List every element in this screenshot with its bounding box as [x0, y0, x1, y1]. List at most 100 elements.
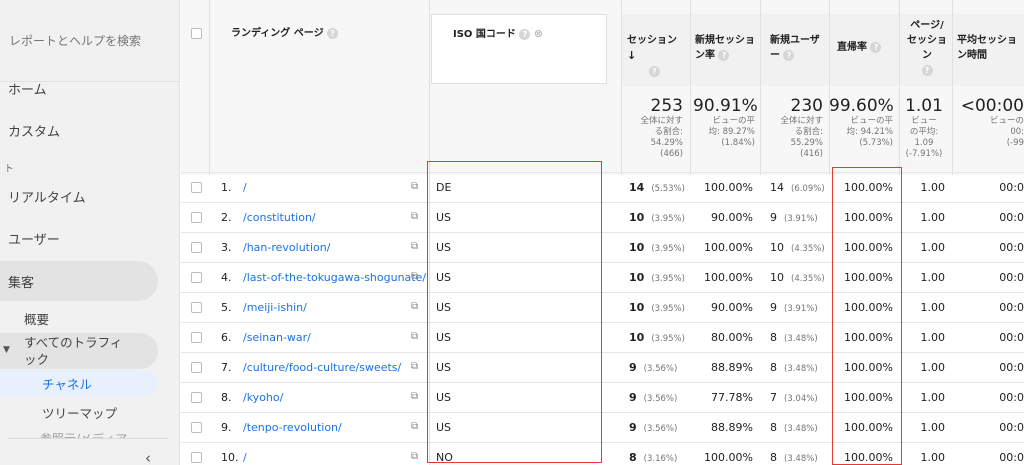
- row-checkbox[interactable]: [191, 452, 202, 463]
- new-users-value: 8 (3.48%): [770, 331, 818, 344]
- open-link-icon[interactable]: ⧉: [411, 331, 418, 342]
- new-session-rate-value: 100.00%: [704, 271, 753, 284]
- sidebar-item-home[interactable]: ホーム: [0, 72, 170, 104]
- row-checkbox[interactable]: [191, 362, 202, 373]
- header-iso-code[interactable]: ISO 国コード ? ⊗: [453, 26, 543, 42]
- new-users-value: 7 (3.04%): [770, 391, 818, 404]
- landing-page-link[interactable]: /tenpo-revolution/: [243, 421, 342, 434]
- open-link-icon[interactable]: ⧉: [411, 391, 418, 402]
- open-link-icon[interactable]: ⧉: [411, 241, 418, 252]
- help-icon[interactable]: ?: [783, 49, 795, 61]
- row-checkbox[interactable]: [191, 182, 202, 193]
- header-sessions[interactable]: セッション ↓?: [627, 33, 689, 79]
- row-index: 4.: [221, 271, 232, 284]
- summary-avg-duration: <00:00 ビューの 00: (-99: [960, 96, 1024, 148]
- row-index: 10.: [221, 451, 239, 464]
- row-checkbox[interactable]: [191, 302, 202, 313]
- sidebar-item-all-traffic[interactable]: ▼ すべてのトラフィック: [0, 333, 158, 369]
- pages-per-session-value: 1.00: [920, 181, 946, 194]
- sidebar-collapse-bar[interactable]: ‹: [8, 438, 168, 465]
- sidebar-item-overview[interactable]: 概要: [0, 307, 170, 329]
- summary-bounce-rate: 99.60% ビューの平 均: 94.21% (5.73%): [829, 96, 894, 148]
- new-session-rate-value: 88.89%: [711, 421, 753, 434]
- row-checkbox[interactable]: [191, 332, 202, 343]
- summary-new-users: 230 全体に対す る割合: 55.29% (416): [780, 96, 823, 159]
- row-checkbox[interactable]: [191, 212, 202, 223]
- help-icon[interactable]: ?: [649, 65, 660, 77]
- open-link-icon[interactable]: ⧉: [411, 421, 418, 432]
- header-landing-page[interactable]: ランディング ページ ?: [231, 26, 339, 41]
- new-session-rate-value: 77.78%: [711, 391, 753, 404]
- open-link-icon[interactable]: ⧉: [411, 181, 418, 192]
- open-link-icon[interactable]: ⧉: [411, 451, 418, 462]
- row-checkbox[interactable]: [191, 272, 202, 283]
- pages-per-session-value: 1.00: [920, 451, 946, 464]
- select-all-checkbox[interactable]: [191, 28, 202, 39]
- landing-page-link[interactable]: /constitution/: [243, 211, 316, 224]
- header-iso-code-box: [431, 14, 607, 84]
- all-traffic-label: すべてのトラフィック: [24, 335, 123, 367]
- pages-per-session-value: 1.00: [920, 211, 946, 224]
- avg-duration-value: 00:0: [999, 361, 1024, 374]
- sidebar: レポートとヘルプを検索 ホーム カスタム ト リアルタイム ユーザー 集客 概要…: [0, 0, 180, 465]
- new-users-value: 9 (3.91%): [770, 211, 818, 224]
- sessions-value: 10 (3.95%): [629, 241, 685, 254]
- help-icon[interactable]: ?: [870, 41, 882, 53]
- landing-page-link[interactable]: /seinan-war/: [243, 331, 311, 344]
- row-checkbox[interactable]: [191, 392, 202, 403]
- new-users-value: 8 (3.48%): [770, 421, 818, 434]
- row-checkbox[interactable]: [191, 422, 202, 433]
- new-session-rate-value: 100.00%: [704, 241, 753, 254]
- new-users-value: 8 (3.48%): [770, 361, 818, 374]
- header-new-users[interactable]: 新規ユーザー ?: [770, 33, 824, 63]
- new-session-rate-value: 88.89%: [711, 361, 753, 374]
- avg-duration-value: 00:0: [999, 181, 1024, 194]
- sessions-value: 10 (3.95%): [629, 211, 685, 224]
- avg-duration-value: 00:0: [999, 331, 1024, 344]
- row-checkbox[interactable]: [191, 242, 202, 253]
- sidebar-item-realtime[interactable]: リアルタイム: [0, 180, 170, 212]
- summary-new-session-rate: 90.91% ビューの平 均: 89.27% (1.84%): [693, 96, 758, 148]
- open-link-icon[interactable]: ⧉: [411, 361, 418, 372]
- col-divider: [899, 0, 900, 175]
- help-icon[interactable]: ?: [921, 64, 933, 76]
- help-icon[interactable]: ?: [718, 49, 730, 61]
- new-session-rate-value: 100.00%: [704, 451, 753, 464]
- report-search[interactable]: レポートとヘルプを検索: [0, 0, 180, 82]
- open-link-icon[interactable]: ⧉: [411, 211, 418, 222]
- new-users-value: 10 (4.35%): [770, 271, 825, 284]
- sidebar-item-treemap[interactable]: ツリーマップ: [0, 400, 170, 424]
- row-index: 6.: [221, 331, 232, 344]
- sort-desc-icon[interactable]: ↓: [627, 49, 636, 62]
- sessions-value: 10 (3.95%): [629, 301, 685, 314]
- sidebar-item-channels[interactable]: チャネル: [0, 370, 158, 396]
- new-session-rate-value: 90.00%: [711, 211, 753, 224]
- sidebar-item-custom[interactable]: カスタム: [0, 114, 170, 146]
- landing-page-link[interactable]: /han-revolution/: [243, 241, 330, 254]
- landing-page-link[interactable]: /kyoho/: [243, 391, 283, 404]
- landing-page-link[interactable]: /culture/food-culture/sweets/: [243, 361, 401, 374]
- row-index: 2.: [221, 211, 232, 224]
- header-pages-per-session[interactable]: ページ/セッション?: [907, 18, 947, 78]
- chevron-left-icon[interactable]: ‹: [145, 449, 151, 465]
- header-bounce-rate[interactable]: 直帰率 ?: [837, 40, 882, 55]
- help-icon[interactable]: ?: [519, 28, 531, 40]
- help-icon[interactable]: ?: [327, 27, 339, 39]
- remove-dimension-icon[interactable]: ⊗: [534, 27, 543, 40]
- header-new-session-rate[interactable]: 新規セッション率 ?: [695, 33, 757, 63]
- header-avg-duration[interactable]: 平均セッション時間: [957, 33, 1019, 63]
- open-link-icon[interactable]: ⧉: [411, 301, 418, 312]
- landing-page-link[interactable]: /: [243, 181, 247, 194]
- sessions-value: 10 (3.95%): [629, 331, 685, 344]
- landing-page-link[interactable]: /meiji-ishin/: [243, 301, 307, 314]
- open-link-icon[interactable]: ⧉: [411, 271, 418, 282]
- sidebar-item-acquisition[interactable]: 集客: [0, 261, 158, 301]
- avg-duration-value: 00:0: [999, 421, 1024, 434]
- caret-down-icon: ▼: [3, 345, 10, 355]
- avg-duration-value: 00:0: [999, 241, 1024, 254]
- avg-duration-value: 00:0: [999, 301, 1024, 314]
- sidebar-item-users[interactable]: ユーザー: [0, 222, 170, 254]
- landing-page-link[interactable]: /last-of-the-tokugawa-shogunate/: [243, 271, 426, 284]
- landing-page-link[interactable]: /: [243, 451, 247, 464]
- sidebar-item-cut[interactable]: 参照元/メディア: [40, 430, 127, 438]
